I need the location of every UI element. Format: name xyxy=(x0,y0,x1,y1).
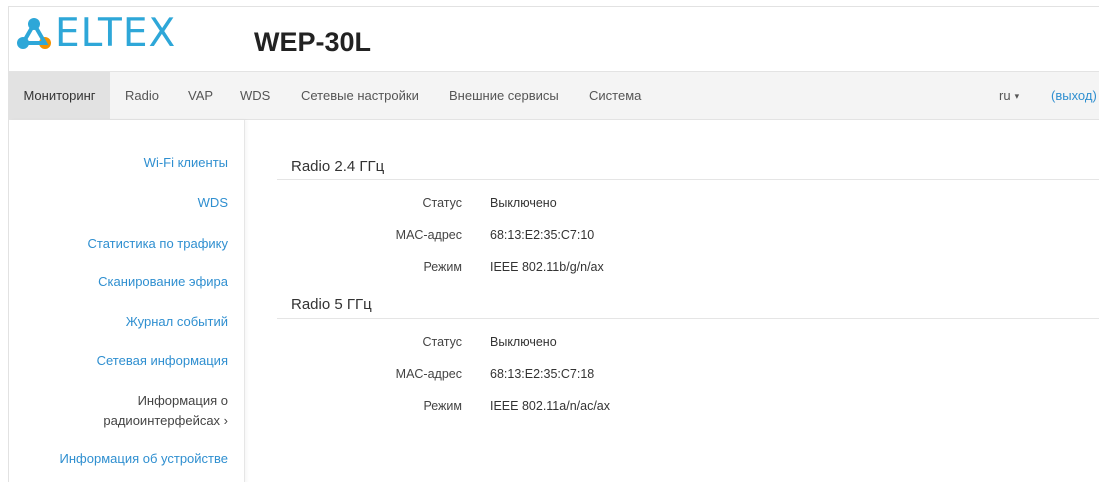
header: ELTEX WEP-30L xyxy=(9,7,1099,71)
chevron-down-icon: ▾ xyxy=(1014,91,1020,101)
sidebar-item-device-info[interactable]: Информация об устройстве xyxy=(60,451,228,466)
field-label-status: Статус xyxy=(422,335,462,349)
section-title-radio-24: Radio 2.4 ГГц xyxy=(291,158,385,175)
sidebar: Wi-Fi клиенты WDS Статистика по трафику … xyxy=(9,120,245,482)
device-model-title: WEP-30L xyxy=(254,27,372,57)
sidebar-item-radio-interfaces-info[interactable]: Информация о радиоинтерфейсах › xyxy=(103,391,228,431)
field-value-mac: 68:13:E2:35:C7:18 xyxy=(490,367,595,381)
section-divider xyxy=(277,179,1099,180)
field-value-mode: IEEE 802.11b/g/n/ax xyxy=(490,260,604,274)
sidebar-item-traffic-stats[interactable]: Статистика по трафику xyxy=(88,236,228,251)
field-value-mode: IEEE 802.11a/n/ac/ax xyxy=(490,399,610,413)
sidebar-item-wifi-clients[interactable]: Wi-Fi клиенты xyxy=(144,155,228,170)
nav-item-network-settings[interactable]: Сетевые настройки xyxy=(301,72,419,119)
field-label-mac: MAC-адрес xyxy=(395,228,462,242)
logout-link[interactable]: (выход) xyxy=(1051,72,1097,119)
logo-text: ELTEX xyxy=(55,11,177,56)
section-title-radio-5: Radio 5 ГГц xyxy=(291,296,372,313)
sidebar-item-label-line1: Информация о xyxy=(137,393,228,408)
nav-item-system[interactable]: Система xyxy=(589,72,641,119)
eltex-logo-icon xyxy=(17,18,51,49)
field-label-mac: MAC-адрес xyxy=(395,367,462,381)
section-divider xyxy=(277,318,1099,319)
sidebar-item-label-line2: радиоинтерфейсах › xyxy=(103,413,228,428)
nav-item-monitoring[interactable]: Мониторинг xyxy=(9,72,110,119)
field-label-status: Статус xyxy=(422,196,462,210)
sidebar-item-network-info[interactable]: Сетевая информация xyxy=(97,353,228,368)
sidebar-item-wds[interactable]: WDS xyxy=(198,195,228,210)
language-value: ru xyxy=(999,88,1011,103)
field-value-status: Выключено xyxy=(490,335,557,349)
nav-item-radio[interactable]: Radio xyxy=(125,72,159,119)
nav-item-vap[interactable]: VAP xyxy=(188,72,213,119)
app-frame: ELTEX WEP-30L Мониторинг Radio VAP WDS С… xyxy=(8,6,1099,482)
field-label-mode: Режим xyxy=(423,399,462,413)
eltex-logo[interactable]: ELTEX xyxy=(16,11,177,56)
nav-item-external-services[interactable]: Внешние сервисы xyxy=(449,72,559,119)
sidebar-item-event-log[interactable]: Журнал событий xyxy=(126,314,228,329)
nav-item-wds[interactable]: WDS xyxy=(240,72,270,119)
top-nav: Мониторинг Radio VAP WDS Сетевые настрой… xyxy=(9,71,1099,120)
field-value-mac: 68:13:E2:35:C7:10 xyxy=(490,228,595,242)
field-value-status: Выключено xyxy=(490,196,557,210)
language-select[interactable]: ru ▾ xyxy=(999,72,1019,119)
sidebar-item-air-scan[interactable]: Сканирование эфира xyxy=(98,274,228,289)
field-label-mode: Режим xyxy=(423,260,462,274)
